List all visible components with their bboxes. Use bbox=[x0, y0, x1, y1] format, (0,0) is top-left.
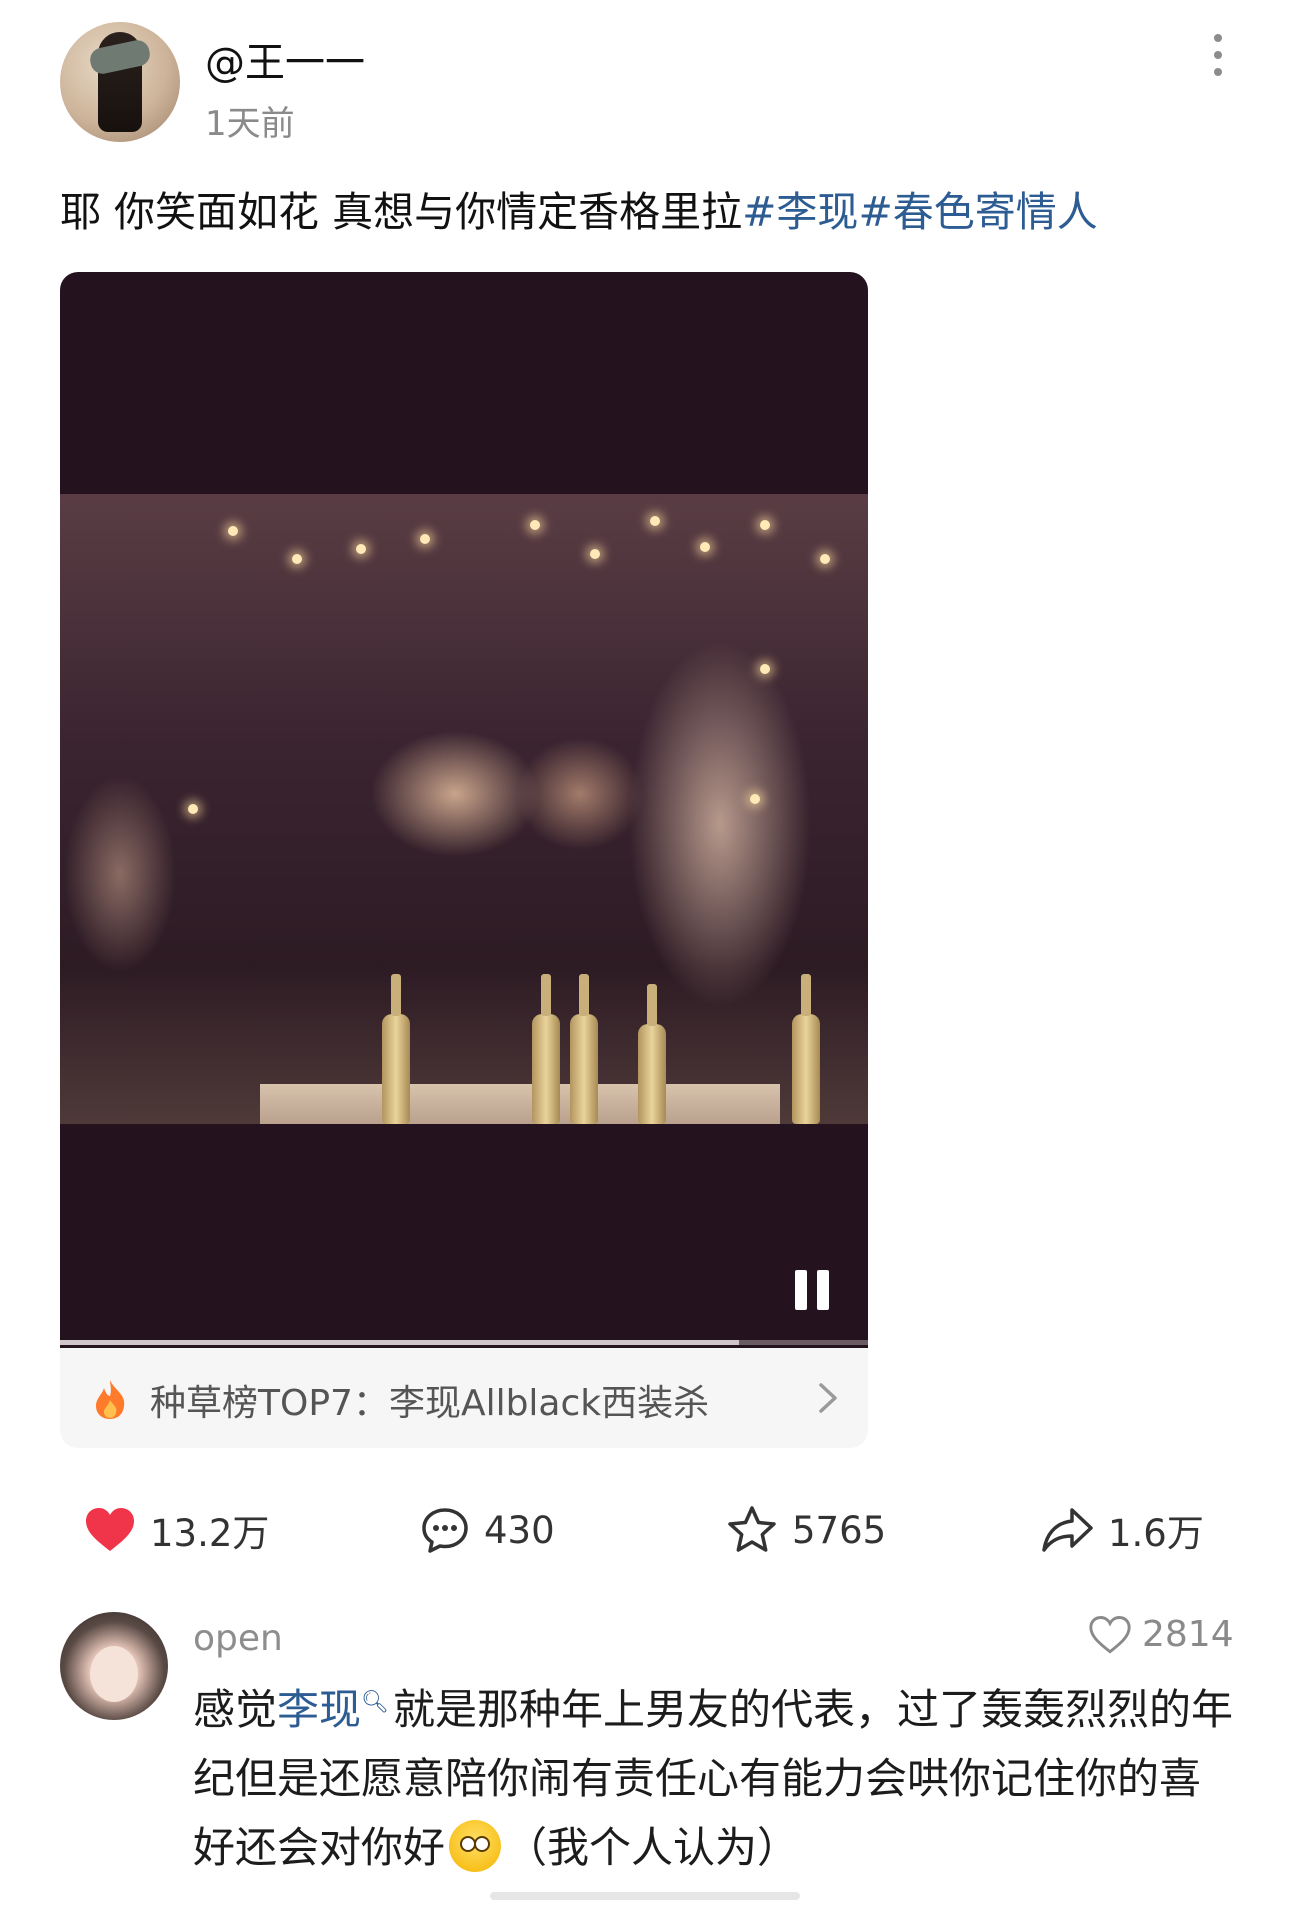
commenter-avatar[interactable] bbox=[60, 1612, 168, 1720]
heart-outline-icon bbox=[1089, 1615, 1131, 1654]
post-text: 耶 你笑面如花 真想与你情定香格里拉#李现#春色寄情人 bbox=[60, 178, 1098, 238]
chevron-right-icon bbox=[819, 1383, 837, 1413]
more-vertical-icon[interactable] bbox=[1210, 34, 1226, 78]
home-indicator bbox=[490, 1892, 800, 1900]
comment-tail: （我个人认为） bbox=[505, 1823, 800, 1872]
like-button[interactable]: 13.2万 bbox=[84, 1500, 269, 1560]
topic-label: 种草榜TOP7：李现Allblack西装杀 bbox=[150, 1383, 710, 1424]
comment-prefix: 感觉 bbox=[193, 1685, 278, 1734]
share-icon bbox=[1042, 1508, 1093, 1552]
favorite-count: 5765 bbox=[792, 1508, 887, 1552]
comment-like-button[interactable]: 2814 bbox=[1088, 1614, 1234, 1655]
comment-text: 感觉李现🔍︎就是那种年上男友的代表，过了轰轰烈烈的年纪但是还愿意陪你闹有责任心有… bbox=[193, 1668, 1233, 1882]
video-player[interactable] bbox=[60, 272, 868, 1348]
share-count: 1.6万 bbox=[1108, 1512, 1204, 1555]
avatar-face bbox=[90, 1646, 138, 1702]
video-frame bbox=[60, 494, 868, 1124]
thinking-emoji-icon bbox=[449, 1820, 502, 1872]
search-icon[interactable]: 🔍︎ bbox=[361, 1690, 389, 1715]
topic-bar[interactable]: 种草榜TOP7：李现Allblack西装杀 bbox=[60, 1348, 868, 1448]
mention-li-xian[interactable]: 李现 bbox=[277, 1685, 361, 1734]
author-avatar[interactable] bbox=[60, 22, 180, 142]
video-progress-bar[interactable] bbox=[60, 1340, 868, 1345]
heart-filled-icon bbox=[86, 1508, 134, 1551]
video-progress-fill bbox=[60, 1340, 739, 1345]
favorite-button[interactable]: 5765 bbox=[726, 1500, 886, 1560]
post-body: 耶 你笑面如花 真想与你情定香格里拉 bbox=[60, 188, 743, 236]
comment-bubble-icon bbox=[422, 1508, 468, 1553]
avatar-bow bbox=[87, 38, 153, 76]
comment-like-count: 2814 bbox=[1142, 1614, 1234, 1655]
star-icon bbox=[728, 1506, 776, 1552]
table bbox=[260, 1084, 780, 1124]
commenter-name[interactable]: open bbox=[193, 1618, 283, 1659]
comment-count: 430 bbox=[484, 1508, 555, 1552]
pause-icon[interactable] bbox=[795, 1270, 831, 1310]
comment-button[interactable]: 430 bbox=[420, 1500, 555, 1560]
hashtag-chunse[interactable]: #春色寄情人 bbox=[858, 188, 1097, 236]
author-name[interactable]: @王一一 bbox=[205, 30, 365, 88]
hashtag-li-xian[interactable]: #李现 bbox=[742, 188, 858, 236]
like-count: 13.2万 bbox=[150, 1512, 270, 1555]
flame-icon bbox=[96, 1380, 125, 1419]
post-time: 1天前 bbox=[205, 104, 295, 144]
share-button[interactable]: 1.6万 bbox=[1040, 1500, 1204, 1560]
